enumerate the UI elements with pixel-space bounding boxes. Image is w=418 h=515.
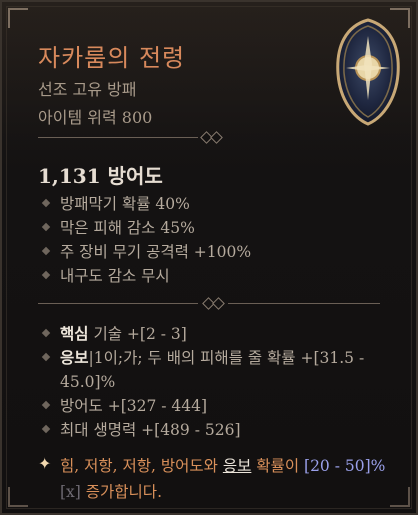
affix-max-life: 최대 생명력 +[489 - 526] [38, 418, 398, 442]
item-name: 자카룸의 전령 [38, 44, 186, 72]
header-divider [38, 131, 228, 144]
legendary-star-icon: ✦ [38, 454, 52, 473]
diamond-bullet-icon [41, 198, 51, 208]
affix-list: 핵심 기술 +[2 - 3] 응보|1이;가; 두 배의 피해를 줄 확률 +[… [38, 322, 398, 442]
diamond-bullet-icon [41, 352, 51, 362]
affix-armor: 방어도 +[327 - 444] [38, 394, 398, 418]
aspect-x-marker: [x] [60, 483, 81, 501]
frame-corner-bottom-left [8, 487, 28, 507]
legendary-aspect: ✦ 힘, 저항, 저항, 방어도와 응보 확률이 [20 - 50]%[x] 증… [38, 454, 386, 502]
diamond-bullet-icon [41, 424, 51, 434]
implicit-stat: 주 장비 무기 공격력 +100% [38, 240, 398, 264]
aspect-range: [20 - 50]% [304, 457, 386, 475]
diamond-bullet-icon [41, 246, 51, 256]
shield-icon [336, 18, 400, 126]
frame-corner-top-left [8, 8, 28, 28]
diamond-bullet-icon [41, 328, 51, 338]
diamond-bullet-icon [41, 400, 51, 410]
implicit-stat: 막은 피해 감소 45% [38, 216, 398, 240]
implicit-stat: 내구도 감소 무시 [38, 264, 398, 288]
item-type: 선조 고유 방패 [38, 80, 137, 99]
stats-divider [38, 297, 380, 310]
diamond-bullet-icon [41, 222, 51, 232]
armor-value: 1,131 방어도 [38, 164, 163, 188]
item-power: 아이템 위력 800 [38, 108, 153, 127]
implicit-stat: 방패막기 확률 40% [38, 192, 398, 216]
item-tooltip: 자카룸의 전령 선조 고유 방패 아이템 위력 800 1,131 방어도 방패… [0, 0, 418, 515]
affix-vengeance: 응보|1이;가; 두 배의 피해를 줄 확률 +[31.5 - 45.0]% [38, 346, 398, 394]
vengeance-keyword[interactable]: 응보 [223, 457, 252, 475]
affix-core-skills: 핵심 기술 +[2 - 3] [38, 322, 398, 346]
implicit-stat-list: 방패막기 확률 40% 막은 피해 감소 45% 주 장비 무기 공격력 +10… [38, 192, 398, 288]
diamond-bullet-icon [41, 270, 51, 280]
